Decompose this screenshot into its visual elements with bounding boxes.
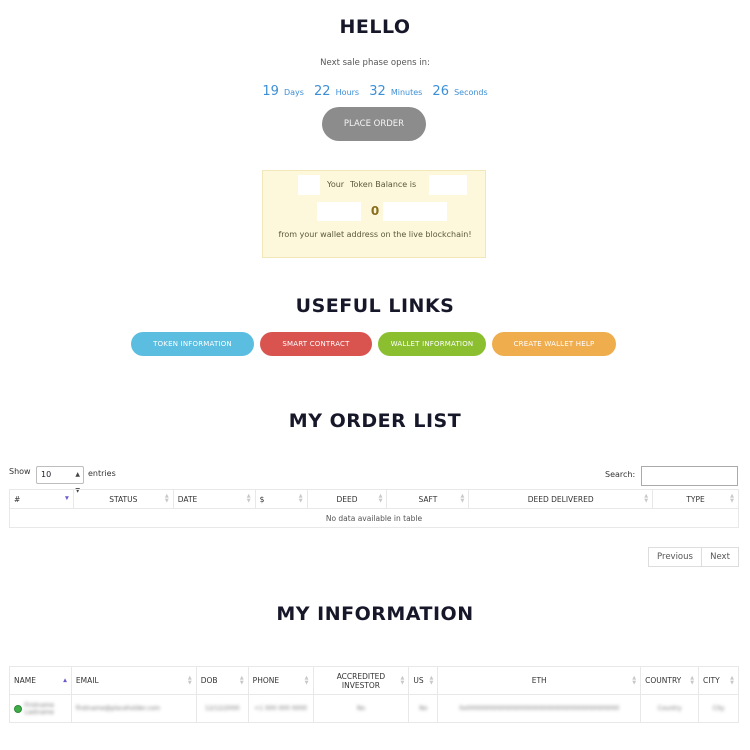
user-name: Firstname Lastname (24, 701, 55, 716)
table-row: Firstname Lastname firstname@placeholder… (9, 694, 739, 723)
user-city: City (698, 694, 739, 723)
col-dob[interactable]: DOB ▲ ▼ (195, 666, 249, 695)
days-value: 19 (262, 84, 279, 99)
col-saft[interactable]: SAFT ▲ ▼ (386, 489, 470, 509)
sort-icon: ▲ ▼ (164, 493, 169, 504)
seconds-unit: Seconds (454, 88, 488, 97)
my-information-title: MY INFORMATION (276, 603, 474, 625)
show-label: Show (9, 467, 31, 476)
sale-caption: Next sale phase opens in: (320, 58, 430, 68)
user-dob: 12/12/2000 (195, 694, 249, 723)
col-status[interactable]: STATUS ▲ ▼ (72, 489, 174, 509)
entries-select-value: 10 (41, 470, 52, 479)
col-email[interactable]: EMAIL ▲ ▼ (70, 666, 197, 695)
col-name[interactable]: NAME ▲ (9, 666, 72, 695)
hello-title: HELLO (339, 16, 411, 38)
days-unit: Days (283, 88, 304, 97)
active-status-icon (14, 704, 22, 713)
minutes-unit: Minutes (390, 88, 423, 97)
search-label: Search: (605, 470, 636, 479)
token-balance-box: Your Token Balance is 0 from your wallet… (262, 170, 486, 258)
empty-message: No data available in table (9, 508, 739, 528)
sort-icon: ▲ ▼ (632, 674, 637, 686)
user-country: Country (640, 694, 700, 723)
previous-button[interactable]: Previous (648, 547, 702, 567)
balance-blank-right (429, 175, 467, 195)
sale-countdown: 19 Days 22 Hours 32 Minutes 26 Seconds (0, 80, 750, 99)
col-city[interactable]: CITY ▲ ▼ (698, 666, 739, 695)
order-table-header: # ▼ STATUS ▲ ▼ DATE ▲ ▼ $ ▲ ▼ DEED ▲ ▼ SAFT ▲ ▼ DEE… (9, 489, 739, 509)
balance-label: Token Balance is (350, 180, 417, 189)
col-amount[interactable]: $ ▲ ▼ (254, 489, 308, 509)
entries-label: entries (88, 469, 116, 478)
create-wallet-help-button[interactable]: CREATE WALLET HELP (492, 332, 616, 356)
balance-prefix: Your (327, 180, 345, 189)
name-cell: Firstname Lastname (9, 694, 72, 723)
entries-select[interactable]: 10 ▲ ▼ (36, 466, 84, 494)
sort-icon: ▲ ▼ (400, 674, 405, 686)
sort-asc-icon: ▼ (65, 495, 69, 502)
next-button[interactable]: Next (701, 547, 739, 567)
user-accredited: No (312, 694, 410, 723)
col-eth[interactable]: ETH ▲ ▼ (437, 666, 642, 695)
sort-icon: ▲ ▼ (298, 493, 303, 504)
sort-icon: ▲ ▼ (239, 674, 244, 686)
sort-icon: ▲ ▼ (730, 493, 734, 504)
sort-icon: ▲ ▼ (730, 674, 734, 686)
hours-unit: Hours (335, 88, 360, 97)
col-date[interactable]: DATE ▲ ▼ (172, 489, 256, 509)
col-accredited-investor[interactable]: ACCREDITED INVESTOR ▲ ▼ (312, 666, 410, 695)
col-phone[interactable]: PHONE ▲ ▼ (247, 666, 314, 695)
user-us: No (408, 694, 439, 723)
user-phone: +1 000 000 0000 (247, 694, 314, 723)
col-deed[interactable]: DEED ▲ ▼ (306, 489, 388, 509)
order-list-title: MY ORDER LIST (288, 410, 462, 432)
balance-value-right-blank (383, 202, 447, 221)
order-table: # ▼ STATUS ▲ ▼ DATE ▲ ▼ $ ▲ ▼ DEED ▲ ▼ SAFT ▲ ▼ DEE… (9, 489, 739, 528)
sort-icon: ▲ ▼ (644, 493, 649, 504)
smart-contract-button[interactable]: SMART CONTRACT (260, 332, 372, 356)
token-balance-value: 0 (370, 204, 380, 218)
token-information-button[interactable]: TOKEN INFORMATION (131, 332, 254, 356)
seconds-value: 26 (432, 84, 449, 99)
hours-value: 22 (314, 84, 331, 99)
balance-blank-left (298, 175, 320, 195)
sort-icon: ▲ ▼ (304, 674, 309, 686)
useful-links-title: USEFUL LINKS (295, 295, 455, 317)
balance-suffix: from your wallet address on the live blo… (278, 230, 472, 239)
col-number[interactable]: # ▼ (9, 489, 74, 509)
user-eth: 0x00000000000000000000000000000000000000… (437, 694, 642, 723)
information-table-header: NAME ▲ EMAIL ▲ ▼ DOB ▲ ▼ PHONE ▲ ▼ ACCREDITED I… (9, 666, 739, 695)
table-row: No data available in table (9, 508, 739, 528)
place-order-button[interactable]: PLACE ORDER (322, 107, 426, 141)
col-type[interactable]: TYPE ▲ ▼ (652, 489, 739, 509)
wallet-information-button[interactable]: WALLET INFORMATION (378, 332, 486, 356)
search-input[interactable] (641, 466, 738, 486)
sort-asc-icon: ▲ (63, 677, 67, 683)
sort-icon: ▲ ▼ (460, 493, 465, 504)
col-country[interactable]: COUNTRY ▲ ▼ (640, 666, 700, 695)
sort-icon: ▲ ▼ (187, 674, 192, 686)
user-email: firstname@placeholder.com (70, 694, 197, 723)
col-deed-delivered[interactable]: DEED DELIVERED ▲ ▼ (468, 489, 654, 509)
minutes-value: 32 (369, 84, 386, 99)
sort-icon: ▲ ▼ (429, 674, 434, 686)
sort-icon: ▲ ▼ (246, 493, 251, 504)
information-table: NAME ▲ EMAIL ▲ ▼ DOB ▲ ▼ PHONE ▲ ▼ ACCREDITED I… (9, 666, 739, 723)
sort-icon: ▲ ▼ (378, 493, 383, 504)
col-us[interactable]: US ▲ ▼ (408, 666, 439, 695)
sort-icon: ▲ ▼ (690, 674, 695, 686)
